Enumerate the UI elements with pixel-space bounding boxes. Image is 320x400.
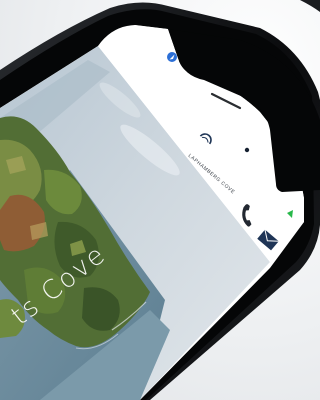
front-camera bbox=[244, 147, 250, 153]
product-mockup-scene: LAPHAMBERG COVE ts Cove bbox=[0, 0, 320, 400]
location-arrow-icon[interactable] bbox=[167, 52, 177, 62]
phone-mockup-illustration: LAPHAMBERG COVE ts Cove bbox=[0, 0, 320, 400]
